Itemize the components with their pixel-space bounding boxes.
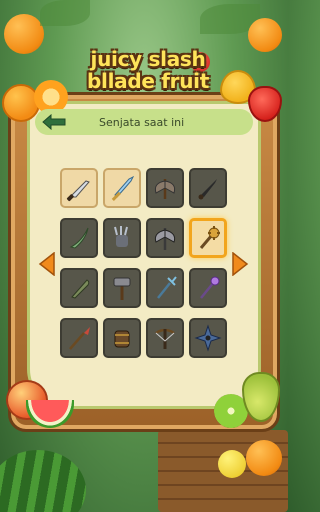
crossbow-icon — [155, 328, 175, 349]
game-title-line-2: bllade fruit — [87, 69, 209, 93]
magic-staff-icon — [200, 276, 220, 299]
weapon-grid — [60, 168, 228, 360]
weapon-slot-6[interactable] — [103, 218, 141, 258]
weapon-slot-14[interactable] — [103, 318, 141, 358]
dagger-icon — [198, 179, 217, 200]
weapon-slot-5[interactable] — [60, 218, 98, 258]
broadsword-icon — [111, 175, 135, 201]
game-logo: juicy slash bllade fruit — [78, 48, 218, 110]
background-leaf — [40, 0, 90, 26]
weapon-slot-7[interactable] — [146, 218, 184, 258]
background-orange — [4, 14, 44, 54]
weapon-slot-16[interactable] — [189, 318, 227, 358]
background-lemon — [218, 450, 246, 478]
header-title: Senjata saat ini — [99, 115, 185, 129]
trident-icon — [157, 276, 177, 299]
panel-header: Senjata saat ini — [35, 109, 253, 135]
background-orange — [246, 440, 282, 476]
game-title-line-1: juicy slash — [90, 47, 206, 71]
back-button[interactable] — [35, 111, 73, 133]
war-drum-icon — [114, 330, 130, 348]
weapon-slot-3[interactable] — [146, 168, 184, 208]
background-watermelon — [0, 450, 86, 512]
weapon-slot-1[interactable] — [60, 168, 98, 208]
battle-axe-icon — [154, 179, 176, 199]
weapon-slot-8[interactable] — [189, 218, 227, 258]
claw-gauntlet-icon — [114, 226, 128, 247]
weapon-slot-2[interactable] — [103, 168, 141, 208]
weapon-slot-12[interactable] — [189, 268, 227, 308]
weapon-slot-15[interactable] — [146, 318, 184, 358]
weapon-slot-10[interactable] — [103, 268, 141, 308]
chevron-left-icon — [38, 251, 55, 277]
arrow-left-icon — [42, 114, 66, 130]
mace-icon — [199, 226, 220, 249]
shuriken-icon — [194, 324, 222, 352]
hammer-icon — [113, 277, 131, 300]
weapon-slot-13[interactable] — [60, 318, 98, 358]
weapon-slot-9[interactable] — [60, 268, 98, 308]
chevron-right-icon — [232, 251, 249, 277]
next-page-button[interactable] — [229, 251, 249, 277]
background-orange — [248, 18, 282, 52]
double-axe-icon — [154, 228, 176, 250]
previous-page-button[interactable] — [38, 251, 58, 277]
weapon-slot-4[interactable] — [189, 168, 227, 208]
knife-icon — [66, 180, 90, 202]
curved-blade-icon — [69, 227, 89, 249]
spear-icon — [69, 327, 90, 350]
weapon-slot-11[interactable] — [146, 268, 184, 308]
machete-icon — [71, 279, 90, 299]
